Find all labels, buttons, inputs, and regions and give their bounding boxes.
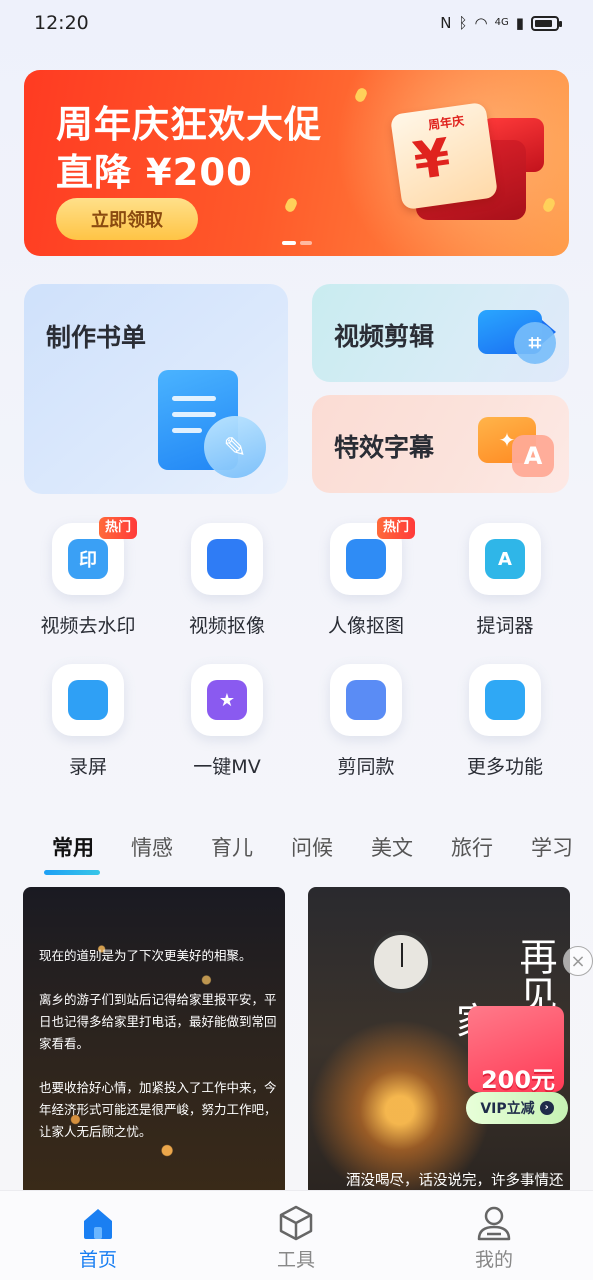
status-bar: 12:20 N ᛒ ◠ 4G ▮ bbox=[0, 0, 593, 48]
template-text: 现在的道别是为了下次更美好的相聚。 离乡的游子们到站后记得给家里报平安，平日也记… bbox=[39, 945, 279, 1165]
tool-label: 录屏 bbox=[68, 756, 107, 778]
arrow-right-icon: › bbox=[539, 1101, 554, 1115]
active-tab-indicator bbox=[44, 870, 100, 875]
tab-parenting[interactable]: 育儿 bbox=[211, 832, 253, 862]
tool-icon-frame bbox=[52, 664, 124, 736]
effect-subtitle-card[interactable]: 特效字幕 ✦ A bbox=[312, 395, 569, 493]
promo-banner[interactable]: 周年庆狂欢大促 直降 ¥200 立即领取 周年庆 ¥ bbox=[24, 70, 569, 256]
template-paragraph: 离乡的游子们到站后记得给家里报平安，平日也记得多给家里打电话，最好能做到常回家看… bbox=[39, 992, 277, 1051]
tab-study[interactable]: 学习 bbox=[531, 832, 573, 862]
effect-subtitle-title: 特效字幕 bbox=[334, 433, 435, 462]
tab-travel[interactable]: 旅行 bbox=[451, 832, 493, 862]
vip-discount-button[interactable]: VIP立减 › bbox=[466, 1092, 568, 1124]
tool-icon-frame bbox=[191, 523, 263, 595]
tool-portrait[interactable]: 热门人像抠图 bbox=[311, 517, 421, 639]
template-paragraph: 也要收拾好心情，加紧投入了工作中来，今年经济形式可能还是很严峻，努力工作吧，让家… bbox=[39, 1080, 277, 1139]
network-label: 4G bbox=[494, 17, 509, 28]
profile-icon bbox=[477, 1206, 511, 1241]
make-booklist-card[interactable]: 制作书单 ✎ bbox=[24, 284, 288, 494]
tool-matting[interactable]: 视频抠像 bbox=[172, 523, 282, 639]
page-dot bbox=[300, 241, 312, 245]
nav-home-label: 首页 bbox=[78, 1249, 117, 1271]
portrait-icon bbox=[346, 539, 386, 579]
wifi-icon: ◠ bbox=[474, 14, 488, 32]
record-icon bbox=[68, 680, 108, 720]
tool-record[interactable]: 录屏 bbox=[33, 664, 143, 780]
promo-amount: 200元 bbox=[480, 1066, 556, 1094]
tool-watermark[interactable]: 印热门视频去水印 bbox=[33, 517, 143, 639]
letter-a-icon: A bbox=[512, 435, 554, 477]
tool-film[interactable]: 剪同款 bbox=[311, 664, 421, 780]
nav-tools-label: 工具 bbox=[276, 1249, 315, 1271]
make-booklist-title: 制作书单 bbox=[46, 323, 147, 352]
banner-title: 周年庆狂欢大促 bbox=[56, 103, 322, 146]
nav-tools[interactable]: 工具 bbox=[236, 1191, 356, 1280]
cube-icon bbox=[279, 1205, 313, 1241]
nav-profile-label: 我的 bbox=[474, 1249, 513, 1271]
tab-emotion[interactable]: 情感 bbox=[131, 832, 173, 862]
tool-label: 视频抠像 bbox=[188, 615, 265, 637]
tool-clapper[interactable]: ★ 一键MV bbox=[172, 664, 282, 780]
page-dot-active bbox=[282, 241, 296, 245]
tool-icon-frame bbox=[469, 664, 541, 736]
nav-profile[interactable]: 我的 bbox=[434, 1191, 554, 1280]
nav-home[interactable]: 首页 bbox=[38, 1191, 158, 1280]
tool-label: 更多功能 bbox=[466, 756, 543, 778]
tool-prompter[interactable]: A 提词器 bbox=[450, 523, 560, 639]
nfc-icon: N bbox=[440, 14, 452, 32]
bluetooth-icon: ᛒ bbox=[458, 14, 468, 32]
video-edit-title: 视频剪辑 bbox=[334, 322, 435, 351]
tool-icon-frame bbox=[330, 664, 402, 736]
banner-subtitle: 直降 ¥200 bbox=[56, 151, 253, 194]
tool-label: 一键MV bbox=[193, 756, 261, 778]
tool-icon-frame: A bbox=[469, 523, 541, 595]
claim-now-button[interactable]: 立即领取 bbox=[56, 198, 198, 240]
battery-icon bbox=[531, 15, 562, 31]
watermark-icon: 印 bbox=[68, 539, 108, 579]
tool-icon-frame: ★ bbox=[191, 664, 263, 736]
home-icon bbox=[84, 1209, 112, 1239]
vip-promo-widget[interactable]: 200元 VIP立减 › bbox=[462, 1000, 570, 1130]
pencil-icon: ✎ bbox=[204, 416, 266, 478]
clock-icon bbox=[370, 931, 432, 993]
video-edit-card[interactable]: 视频剪辑 ⌗ bbox=[312, 284, 569, 382]
template-paragraph: 现在的道别是为了下次更美好的相聚。 bbox=[39, 948, 252, 963]
tab-greeting[interactable]: 问候 bbox=[291, 832, 333, 862]
gift-illustration: 周年庆 ¥ bbox=[389, 100, 546, 230]
tool-label: 人像抠图 bbox=[327, 615, 404, 637]
grid-icon bbox=[485, 680, 525, 720]
hot-badge: 热门 bbox=[377, 517, 416, 539]
banner-pagination bbox=[282, 241, 312, 245]
crop-icon: ⌗ bbox=[514, 322, 556, 364]
signal-icon: ▮ bbox=[515, 14, 524, 32]
tool-label: 剪同款 bbox=[337, 756, 395, 778]
template-caption: 酒没喝尽，话没说完，许多事情还 bbox=[346, 1173, 564, 1189]
tab-prose[interactable]: 美文 bbox=[371, 832, 413, 862]
tab-common[interactable]: 常用 bbox=[52, 832, 94, 862]
tool-label: 视频去水印 bbox=[40, 615, 136, 637]
bottom-nav: 首页 工具 我的 bbox=[0, 1190, 593, 1280]
status-icons: N ᛒ ◠ 4G ▮ bbox=[440, 14, 562, 32]
tool-label: 提词器 bbox=[476, 615, 534, 637]
prompter-icon: A bbox=[485, 539, 525, 579]
category-tabs: 常用 情感 育儿 问候 美文 旅行 学习 bbox=[0, 832, 593, 876]
clapper-icon: ★ bbox=[207, 680, 247, 720]
hot-badge: 热门 bbox=[99, 517, 138, 539]
matting-icon bbox=[207, 539, 247, 579]
vip-discount-label: VIP立减 bbox=[480, 1101, 535, 1117]
film-icon bbox=[346, 680, 386, 720]
status-time: 12:20 bbox=[34, 12, 89, 34]
template-card[interactable]: 现在的道别是为了下次更美好的相聚。 离乡的游子们到站后记得给家里报平安，平日也记… bbox=[23, 887, 285, 1197]
close-icon[interactable]: × bbox=[563, 946, 593, 976]
tool-grid[interactable]: 更多功能 bbox=[450, 664, 560, 780]
